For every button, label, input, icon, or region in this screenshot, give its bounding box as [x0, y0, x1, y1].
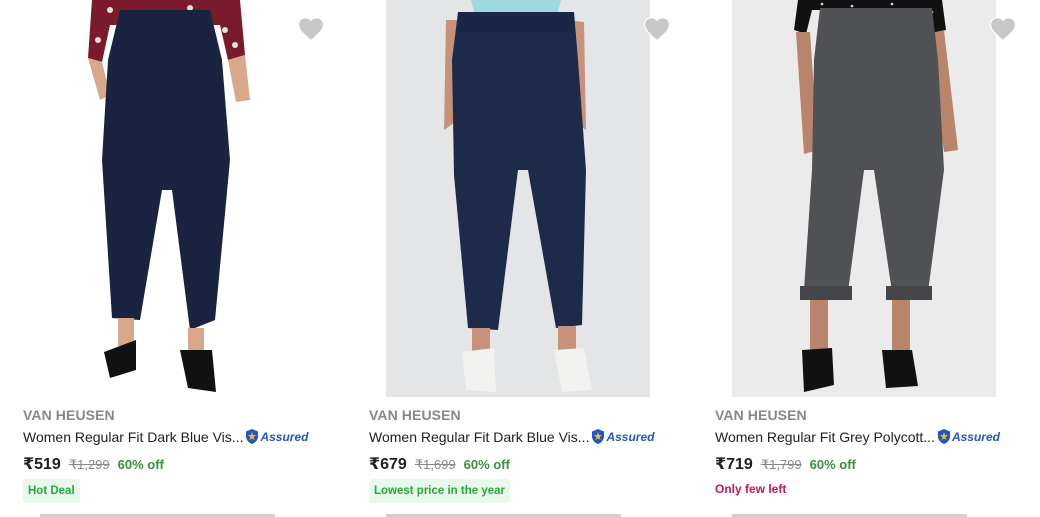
original-price: ₹1,799 — [760, 457, 802, 472]
assured-badge: Assured — [590, 428, 654, 445]
product-brand: VAN HEUSEN — [23, 407, 115, 423]
assured-badge: Assured — [244, 428, 308, 445]
product-card[interactable]: VAN HEUSEN Women Regular Fit Grey Polyco… — [692, 0, 1022, 517]
assured-shield-icon — [937, 429, 950, 444]
product-image[interactable] — [40, 0, 280, 397]
product-image[interactable] — [732, 0, 996, 397]
original-price: ₹1,699 — [414, 457, 456, 472]
wishlist-heart-icon[interactable] — [988, 14, 1018, 44]
product-title[interactable]: Women Regular Fit Dark Blue Vis... — [23, 429, 243, 445]
product-image[interactable] — [386, 0, 650, 397]
product-brand: VAN HEUSEN — [715, 407, 807, 423]
product-title[interactable]: Women Regular Fit Dark Blue Vis... — [369, 429, 589, 445]
price-row: ₹679 ₹1,699 60% off — [369, 454, 510, 474]
product-title[interactable]: Women Regular Fit Grey Polycott... — [715, 429, 935, 445]
discount-percent: 60% off — [117, 457, 164, 472]
selling-price: ₹719 — [715, 456, 753, 473]
price-row: ₹719 ₹1,799 60% off — [715, 454, 856, 474]
assured-shield-icon — [592, 429, 605, 444]
product-title-row[interactable]: Women Regular Fit Dark Blue Vis... Assur… — [23, 428, 308, 445]
assured-badge: Assured — [936, 428, 1000, 445]
product-card[interactable]: VAN HEUSEN Women Regular Fit Dark Blue V… — [346, 0, 676, 517]
price-row: ₹519 ₹1,299 60% off — [23, 454, 164, 474]
assured-shield-icon — [246, 429, 259, 444]
wishlist-heart-icon[interactable] — [642, 14, 672, 44]
product-brand: VAN HEUSEN — [369, 407, 461, 423]
discount-percent: 60% off — [463, 457, 510, 472]
assured-label: Assured — [606, 429, 655, 444]
stock-warning: Only few left — [715, 482, 787, 496]
product-title-row[interactable]: Women Regular Fit Dark Blue Vis... Assur… — [369, 428, 654, 445]
assured-label: Assured — [951, 429, 1000, 444]
original-price: ₹1,299 — [68, 457, 110, 472]
assured-label: Assured — [260, 429, 309, 444]
discount-percent: 60% off — [809, 457, 856, 472]
deal-badge: Hot Deal — [23, 479, 80, 503]
wishlist-heart-icon[interactable] — [296, 14, 326, 44]
selling-price: ₹679 — [369, 456, 407, 473]
deal-badge: Lowest price in the year — [369, 479, 511, 503]
product-card[interactable]: VAN HEUSEN Women Regular Fit Dark Blue V… — [0, 0, 330, 517]
selling-price: ₹519 — [23, 456, 61, 473]
product-title-row[interactable]: Women Regular Fit Grey Polycott... Assur… — [715, 428, 1000, 445]
